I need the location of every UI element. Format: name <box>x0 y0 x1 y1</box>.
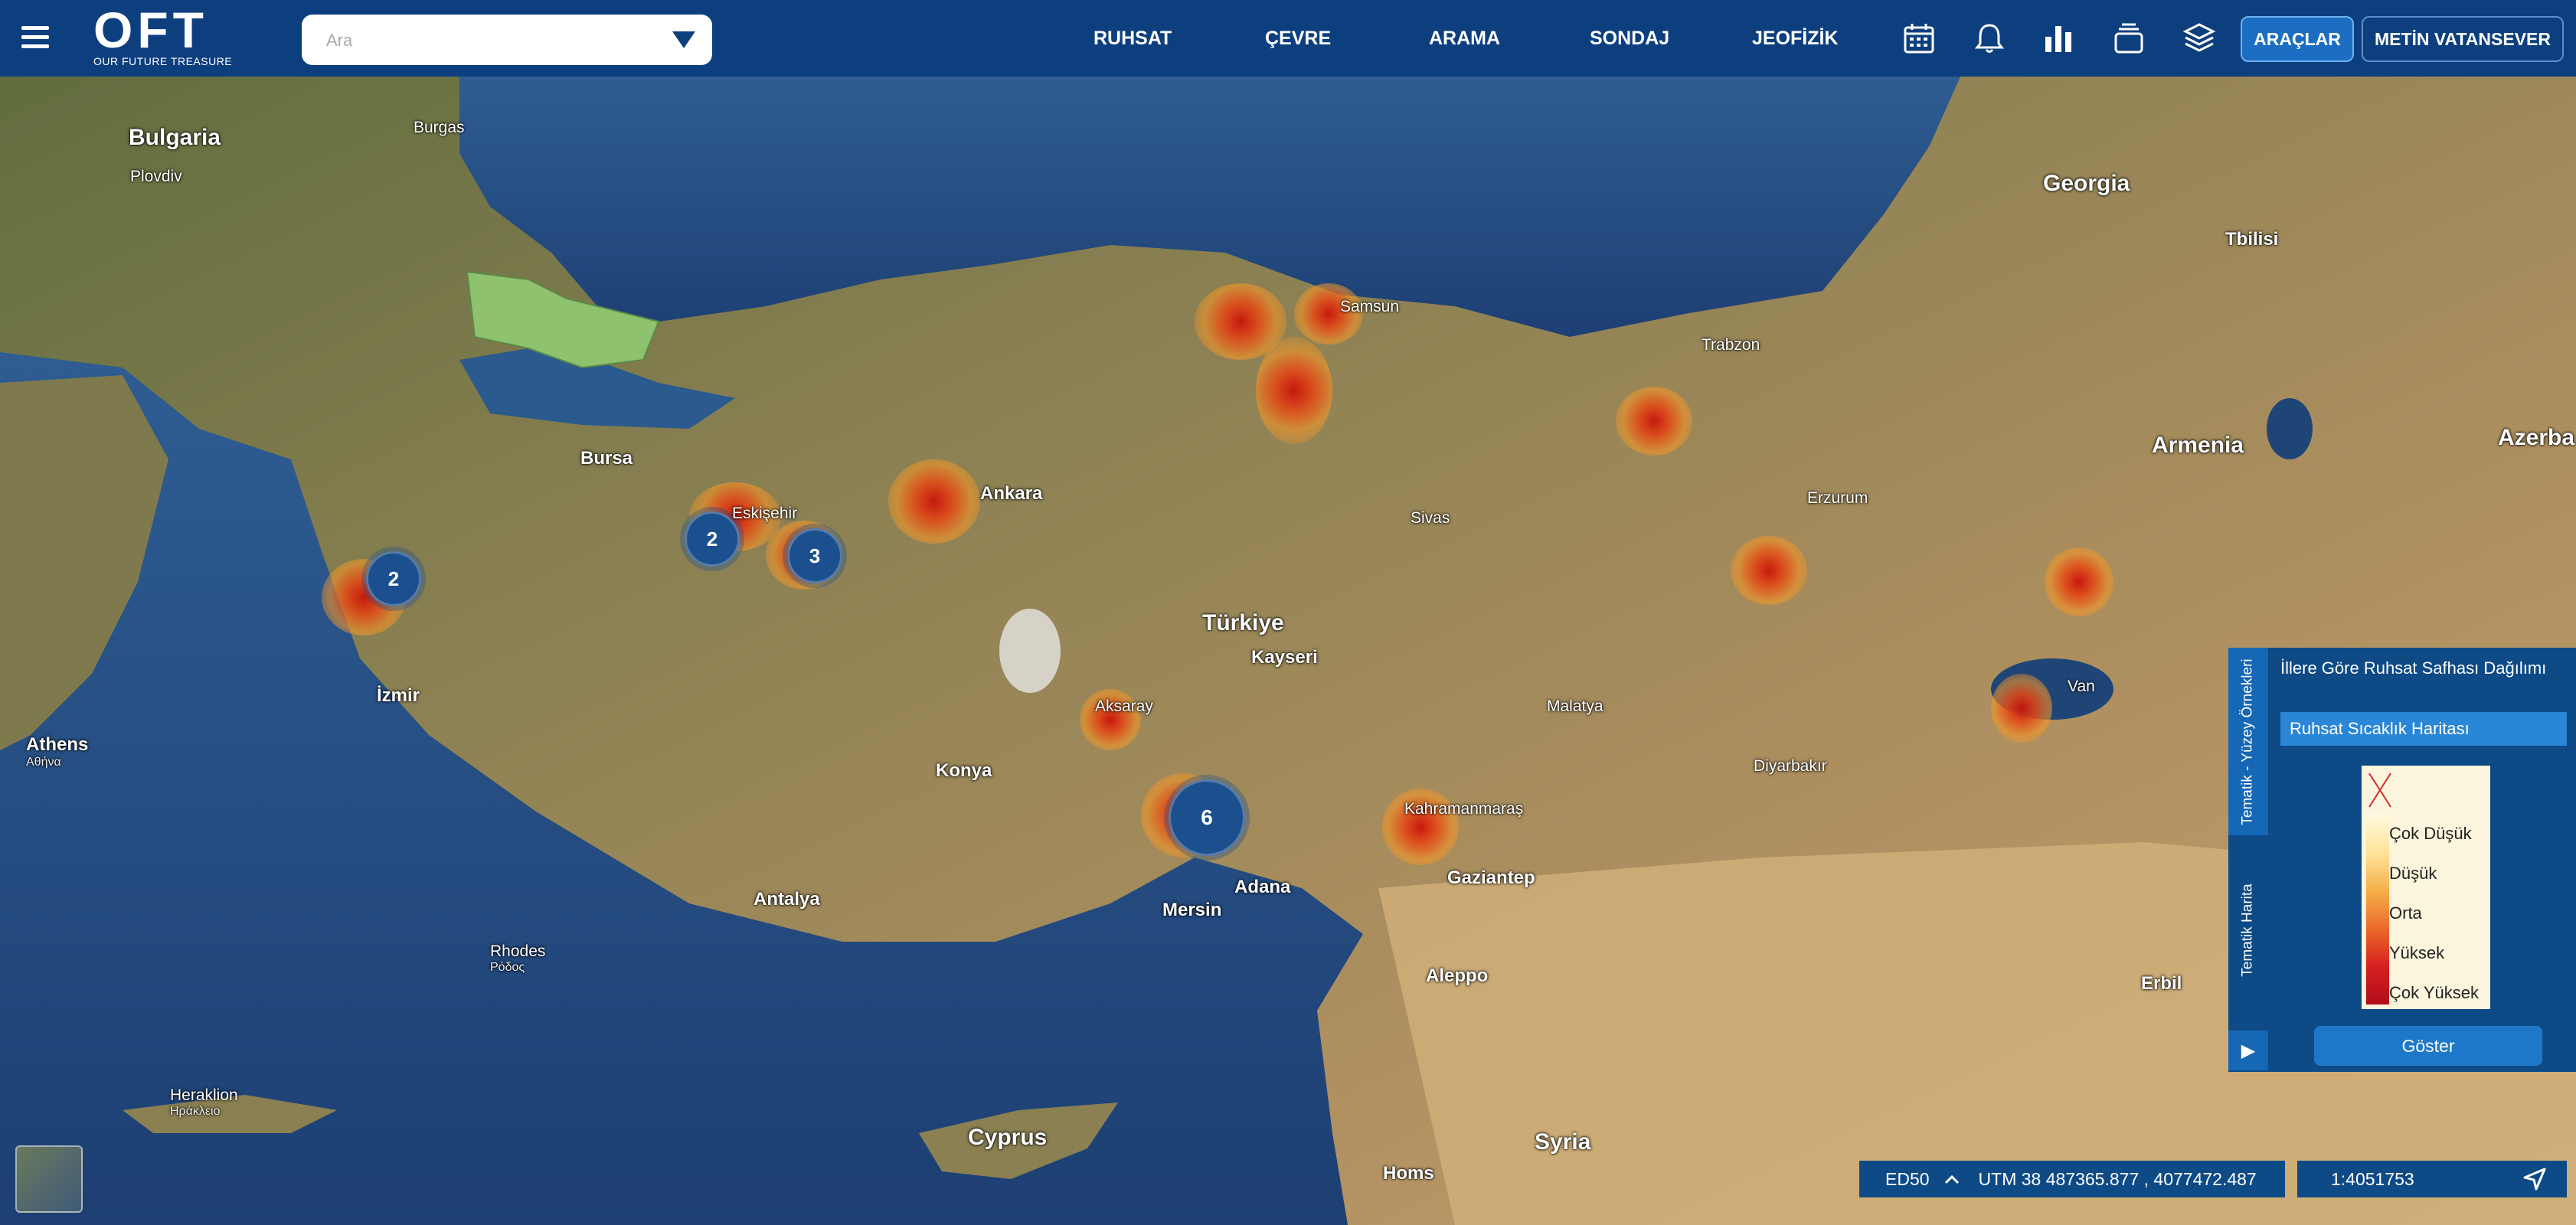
city-label: Mersin <box>1162 900 1222 920</box>
city-label: Malatya <box>1547 697 1603 715</box>
city-label: Erbil <box>2141 973 2182 994</box>
nav-arama[interactable]: ARAMA <box>1429 28 1500 50</box>
user-button[interactable]: METİN VATANSEVER <box>2362 16 2564 62</box>
panel-content: İllere Göre Ruhsat Safhası Dağılımı Ruhs… <box>2268 648 2576 1072</box>
chevron-up-icon[interactable] <box>1943 1173 1960 1185</box>
search-input[interactable] <box>325 25 649 56</box>
basemap-thumbnail[interactable] <box>15 1145 83 1213</box>
layers-icon[interactable] <box>2182 21 2216 55</box>
search-dropdown-icon[interactable] <box>672 31 695 48</box>
nav-sondaj[interactable]: SONDAJ <box>1590 28 1669 50</box>
thematic-panel: Tematik - Yüzey Örnekleri Tematik Harita… <box>2228 648 2576 1072</box>
city-label: Eskişehir <box>732 505 798 522</box>
bell-icon[interactable] <box>1973 21 2006 55</box>
city-label: Plovdiv <box>130 168 182 185</box>
calendar-icon[interactable] <box>1902 21 1936 55</box>
cluster-marker[interactable]: 2 <box>366 551 421 606</box>
city-label: Rhodes <box>490 942 546 960</box>
city-label: Kahramanmaraş <box>1404 800 1524 818</box>
city-label-greek: Αθήνα <box>26 756 61 769</box>
legend-gradient <box>2366 815 2389 1004</box>
stack-icon[interactable] <box>2112 21 2146 55</box>
country-label: Armenia <box>2152 433 2244 458</box>
city-label: Burgas <box>414 119 465 136</box>
country-label: Türkiye <box>1202 610 1284 635</box>
play-icon[interactable]: ▶ <box>2228 1031 2268 1070</box>
city-label: Diyarbakır <box>1754 757 1827 775</box>
top-navbar: OFT OUR FUTURE TREASURE RUHSAT ÇEVRE ARA… <box>0 0 2576 77</box>
show-button[interactable]: Göster <box>2314 1026 2542 1066</box>
city-label: Samsun <box>1340 298 1400 315</box>
city-label: Ankara <box>980 483 1043 504</box>
legend-label: Orta <box>2389 903 2422 923</box>
search-box[interactable] <box>302 15 712 65</box>
city-label-greek: Ηράκλειο <box>170 1105 221 1118</box>
country-label: Azerba <box>2498 425 2575 450</box>
city-label: Aksaray <box>1095 697 1153 715</box>
close-x-icon[interactable] <box>2365 769 2395 812</box>
city-label: Sivas <box>1411 509 1450 527</box>
city-label: Athens <box>26 734 89 755</box>
city-label: Heraklion <box>170 1086 238 1104</box>
vertical-tab-strip: Tematik - Yüzey Örnekleri Tematik Harita… <box>2228 648 2268 1072</box>
coordinate-bar: ED50 UTM 38 487365.877 , 4077472.487 <box>1859 1161 2285 1197</box>
country-label: Cyprus <box>968 1125 1048 1150</box>
city-label-greek: Ρόδος <box>490 961 525 974</box>
city-label: Gaziantep <box>1447 867 1535 888</box>
bar-chart-icon[interactable] <box>2042 21 2075 55</box>
country-label: Georgia <box>2043 171 2130 196</box>
coordinate-readout: UTM 38 487365.877 , 4077472.487 <box>1978 1168 2257 1189</box>
city-label: Bursa <box>580 448 633 469</box>
cluster-marker[interactable]: 6 <box>1169 779 1245 856</box>
city-label: Homs <box>1383 1163 1434 1184</box>
cluster-marker[interactable]: 3 <box>787 528 842 583</box>
list-item-permit-phase-distribution[interactable]: İllere Göre Ruhsat Safhası Dağılımı <box>2280 655 2564 681</box>
datum-label[interactable]: ED50 <box>1885 1169 1930 1190</box>
city-label: Aleppo <box>1426 965 1489 986</box>
logo[interactable]: OFT OUR FUTURE TREASURE <box>93 5 232 67</box>
heatmap-legend: Çok Düşük Düşük Orta Yüksek Çok Yüksek <box>2362 766 2490 1009</box>
legend-label: Çok Düşük <box>2389 824 2472 843</box>
city-label: Adana <box>1234 877 1291 897</box>
nav-jeofizik[interactable]: JEOFİZİK <box>1752 28 1839 50</box>
city-label: Trabzon <box>1702 336 1760 354</box>
tab-thematic-map[interactable]: Tematik Harita <box>2228 839 2268 1021</box>
city-label: Antalya <box>754 889 820 910</box>
legend-label: Düşük <box>2389 864 2437 883</box>
nav-cevre[interactable]: ÇEVRE <box>1265 28 1331 50</box>
hamburger-menu-icon[interactable] <box>21 26 49 49</box>
legend-label: Çok Yüksek <box>2389 983 2479 1002</box>
scale-readout: 1:4051753 <box>2331 1168 2414 1189</box>
city-label: İzmir <box>377 685 420 706</box>
country-label: Bulgaria <box>129 125 221 150</box>
city-label: Tbilisi <box>2225 229 2279 250</box>
tools-button[interactable]: ARAÇLAR <box>2241 16 2354 62</box>
city-label: Erzurum <box>1807 489 1868 507</box>
nav-ruhsat[interactable]: RUHSAT <box>1093 28 1172 50</box>
scale-bar: 1:4051753 <box>2297 1161 2567 1197</box>
city-label: Van <box>2068 678 2095 695</box>
legend-label: Yüksek <box>2389 943 2445 962</box>
city-label: Kayseri <box>1251 647 1318 668</box>
city-label: Konya <box>936 760 992 781</box>
map-canvas[interactable]: 2 2 3 6 Bulgaria Georgia Armenia Azerba … <box>0 0 2576 1225</box>
list-item-permit-heatmap[interactable]: Ruhsat Sıcaklık Haritası <box>2280 712 2567 746</box>
tab-surface-samples[interactable]: Tematik - Yüzey Örnekleri <box>2228 648 2268 835</box>
country-label: Syria <box>1535 1129 1591 1155</box>
locate-me-icon[interactable] <box>2522 1167 2547 1191</box>
